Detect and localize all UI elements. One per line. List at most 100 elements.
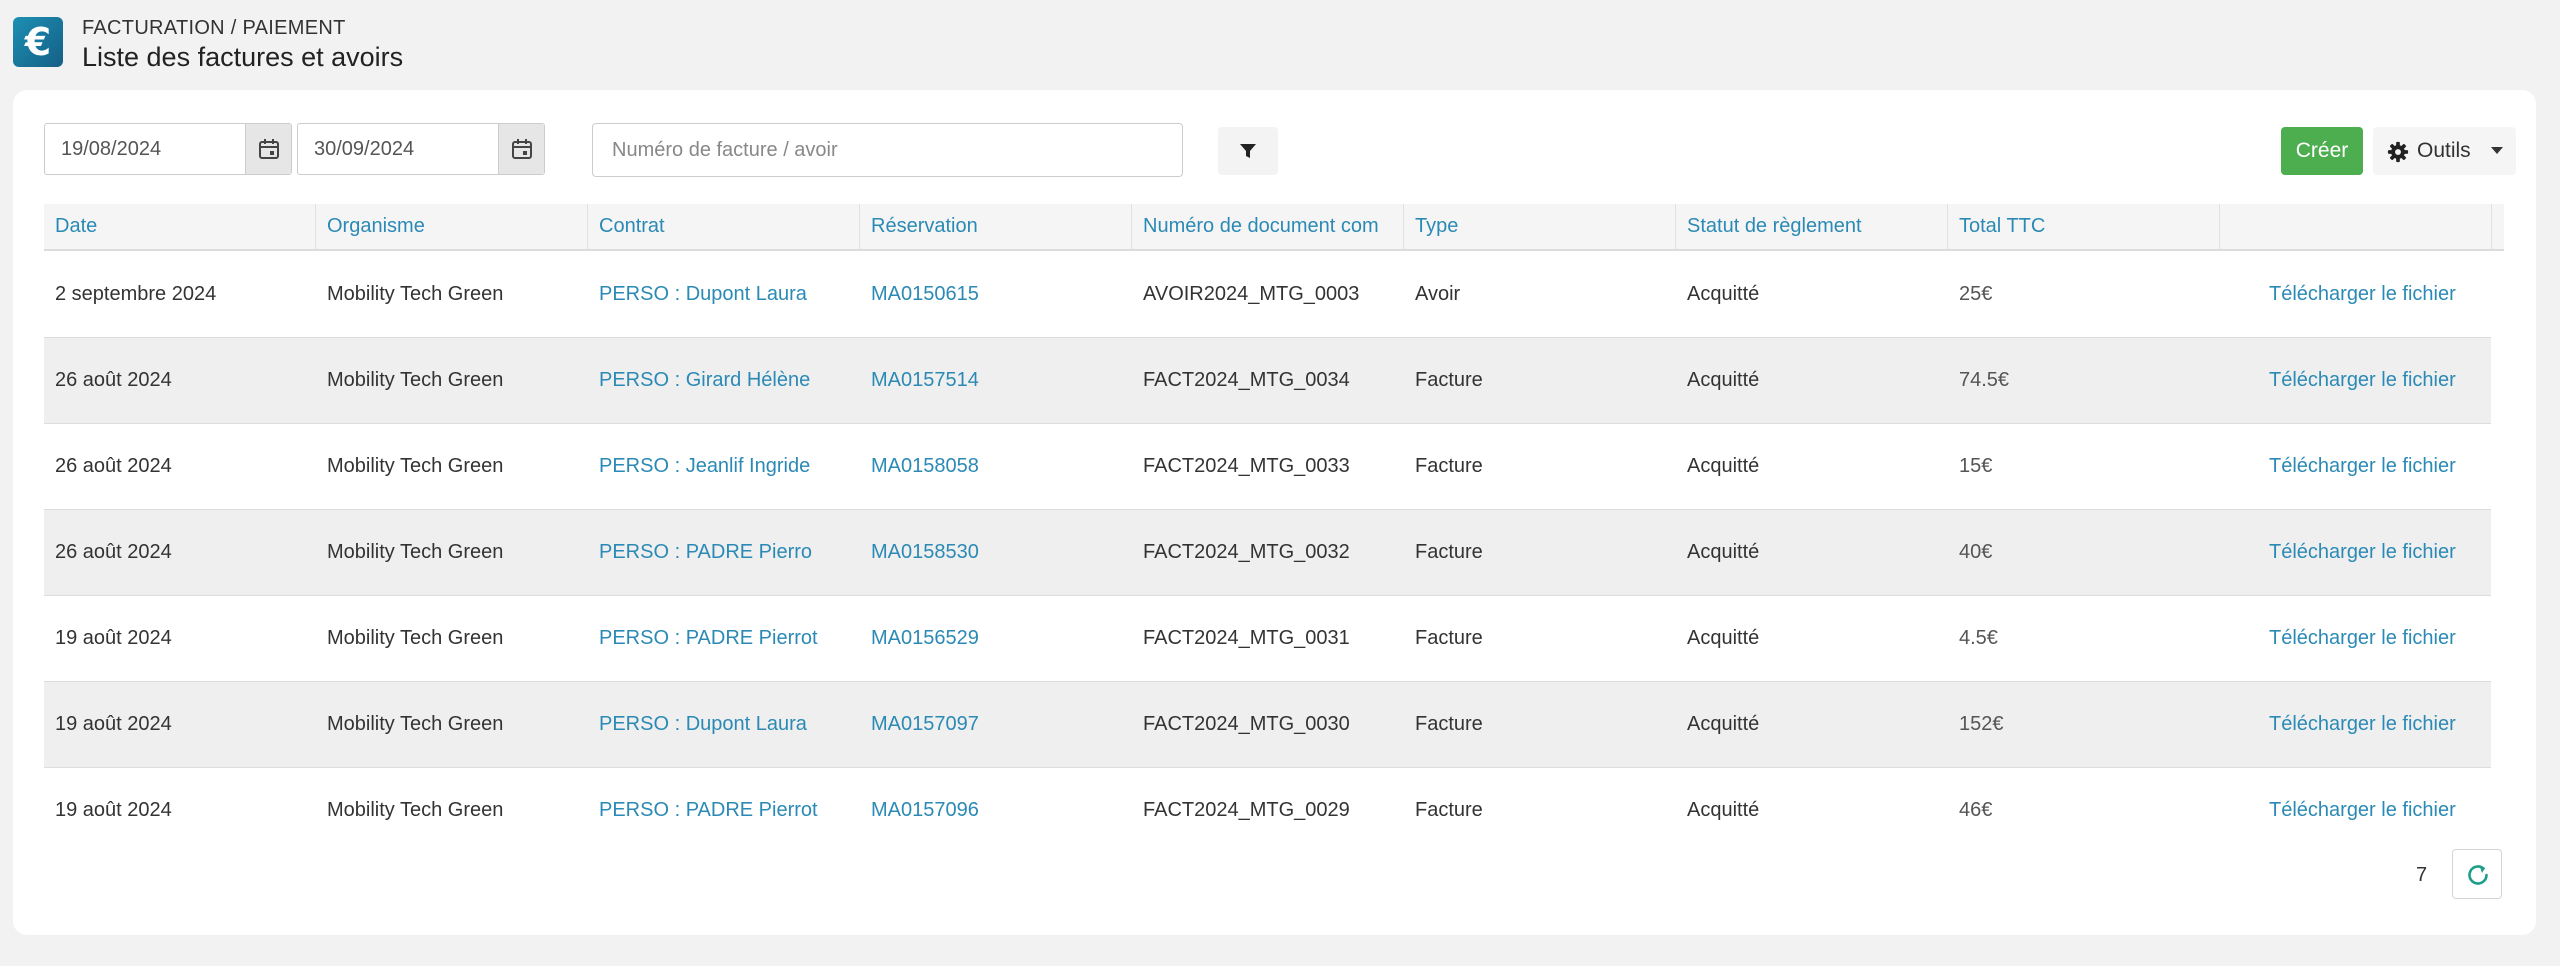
- cell-total-ttc: 15€: [1959, 455, 1993, 477]
- cell-organisme: Mobility Tech Green: [327, 455, 504, 477]
- reservation-link[interactable]: MA0157514: [871, 338, 979, 423]
- contract-link[interactable]: PERSO : Girard Hélène: [599, 338, 810, 423]
- download-file-link[interactable]: Télécharger le fichier: [2269, 338, 2456, 423]
- contract-link[interactable]: PERSO : PADRE Pierro: [599, 510, 812, 595]
- start-date-calendar-button[interactable]: [245, 124, 291, 174]
- reservation-link[interactable]: MA0156529: [871, 596, 979, 681]
- contract-link[interactable]: PERSO : Dupont Laura: [599, 252, 807, 337]
- cell-total-ttc: 25€: [1959, 283, 1993, 305]
- tools-label: Outils: [2417, 139, 2471, 162]
- cell-date: 26 août 2024: [55, 369, 172, 391]
- cell-payment-status: Acquitté: [1687, 369, 1760, 391]
- cell-total-ttc: 40€: [1959, 541, 1993, 563]
- contract-link[interactable]: PERSO : PADRE Pierrot: [599, 596, 818, 681]
- end-date-value: 30/09/2024: [314, 138, 415, 160]
- reservation-link[interactable]: MA0157097: [871, 682, 979, 767]
- column-header-date[interactable]: Date: [44, 204, 316, 249]
- end-date-field[interactable]: 30/09/2024: [297, 123, 545, 175]
- cell-date: 19 août 2024: [55, 713, 172, 735]
- cell-organisme: Mobility Tech Green: [327, 627, 504, 649]
- result-count: 7: [2416, 864, 2428, 886]
- table-row: 2 septembre 2024 Mobility Tech Green PER…: [44, 252, 2491, 338]
- cell-date: 19 août 2024: [55, 799, 172, 821]
- cell-total-ttc: 74.5€: [1959, 369, 2010, 391]
- table-row: 19 août 2024 Mobility Tech Green PERSO :…: [44, 768, 2491, 854]
- download-file-link[interactable]: Télécharger le fichier: [2269, 768, 2456, 853]
- cell-document-number: FACT2024_MTG_0034: [1143, 369, 1350, 391]
- contract-link[interactable]: PERSO : Dupont Laura: [599, 682, 807, 767]
- cell-type: Facture: [1415, 541, 1483, 563]
- reservation-link[interactable]: MA0158530: [871, 510, 979, 595]
- filter-button[interactable]: [1218, 127, 1278, 175]
- column-header-reservation[interactable]: Réservation: [860, 204, 1132, 249]
- cell-organisme: Mobility Tech Green: [327, 369, 504, 391]
- cell-document-number: FACT2024_MTG_0033: [1143, 455, 1350, 477]
- download-file-link[interactable]: Télécharger le fichier: [2269, 596, 2456, 681]
- refresh-button[interactable]: [2452, 849, 2502, 899]
- column-header-organisme[interactable]: Organisme: [316, 204, 588, 249]
- cell-date: 26 août 2024: [55, 455, 172, 477]
- cell-payment-status: Acquitté: [1687, 283, 1760, 305]
- cell-date: 19 août 2024: [55, 627, 172, 649]
- invoice-number-search-input[interactable]: [592, 123, 1183, 177]
- download-file-link[interactable]: Télécharger le fichier: [2269, 510, 2456, 595]
- cell-organisme: Mobility Tech Green: [327, 799, 504, 821]
- refresh-icon: [2468, 865, 2488, 885]
- table-row: 19 août 2024 Mobility Tech Green PERSO :…: [44, 682, 2491, 768]
- cell-type: Facture: [1415, 455, 1483, 477]
- cell-type: Facture: [1415, 713, 1483, 735]
- calendar-icon: [259, 139, 279, 159]
- column-header-contrat[interactable]: Contrat: [588, 204, 860, 249]
- download-file-link[interactable]: Télécharger le fichier: [2269, 252, 2456, 337]
- cell-payment-status: Acquitté: [1687, 713, 1760, 735]
- page-header: € FACTURATION / PAIEMENT Liste des factu…: [0, 0, 2560, 86]
- table-row: 26 août 2024 Mobility Tech Green PERSO :…: [44, 338, 2491, 424]
- cell-type: Facture: [1415, 369, 1483, 391]
- cell-document-number: FACT2024_MTG_0029: [1143, 799, 1350, 821]
- table-header: Date Organisme Contrat Réservation Numér…: [44, 204, 2504, 251]
- cell-total-ttc: 4.5€: [1959, 627, 1998, 649]
- reservation-link[interactable]: MA0150615: [871, 252, 979, 337]
- tools-dropdown-button[interactable]: Outils: [2373, 127, 2516, 175]
- cell-type: Facture: [1415, 627, 1483, 649]
- column-header-payment-status[interactable]: Statut de règlement: [1676, 204, 1948, 249]
- table-row: 19 août 2024 Mobility Tech Green PERSO :…: [44, 596, 2491, 682]
- cell-date: 26 août 2024: [55, 541, 172, 563]
- cell-organisme: Mobility Tech Green: [327, 541, 504, 563]
- table-row: 26 août 2024 Mobility Tech Green PERSO :…: [44, 510, 2491, 596]
- column-header-document-number[interactable]: Numéro de document com: [1132, 204, 1404, 249]
- reservation-link[interactable]: MA0157096: [871, 768, 979, 853]
- download-file-link[interactable]: Télécharger le fichier: [2269, 682, 2456, 767]
- euro-icon: €: [13, 17, 63, 67]
- cell-total-ttc: 152€: [1959, 713, 2004, 735]
- gear-icon: [2387, 141, 2409, 163]
- column-header-actions: [2220, 204, 2492, 249]
- cell-type: Facture: [1415, 799, 1483, 821]
- cell-document-number: FACT2024_MTG_0031: [1143, 627, 1350, 649]
- cell-payment-status: Acquitté: [1687, 799, 1760, 821]
- caret-down-icon: [2491, 147, 2503, 154]
- cell-document-number: AVOIR2024_MTG_0003: [1143, 283, 1360, 305]
- cell-organisme: Mobility Tech Green: [327, 713, 504, 735]
- contract-link[interactable]: PERSO : PADRE Pierrot: [599, 768, 818, 853]
- cell-document-number: FACT2024_MTG_0032: [1143, 541, 1350, 563]
- reservation-link[interactable]: MA0158058: [871, 424, 979, 509]
- end-date-calendar-button[interactable]: [498, 124, 544, 174]
- breadcrumb: FACTURATION / PAIEMENT: [82, 17, 346, 39]
- cell-payment-status: Acquitté: [1687, 541, 1760, 563]
- start-date-field[interactable]: 19/08/2024: [44, 123, 292, 175]
- start-date-value: 19/08/2024: [61, 138, 162, 160]
- download-file-link[interactable]: Télécharger le fichier: [2269, 424, 2456, 509]
- cell-date: 2 septembre 2024: [55, 283, 217, 305]
- contract-link[interactable]: PERSO : Jeanlif Ingride: [599, 424, 810, 509]
- invoices-panel: 19/08/2024 30/09/2024 Numéro de facture …: [13, 90, 2536, 935]
- table-row: 26 août 2024 Mobility Tech Green PERSO :…: [44, 424, 2491, 510]
- create-button[interactable]: Créer: [2281, 127, 2363, 175]
- filter-icon: [1240, 144, 1256, 158]
- cell-total-ttc: 46€: [1959, 799, 1993, 821]
- cell-payment-status: Acquitté: [1687, 455, 1760, 477]
- column-header-type[interactable]: Type: [1404, 204, 1676, 249]
- cell-payment-status: Acquitté: [1687, 627, 1760, 649]
- column-header-total-ttc[interactable]: Total TTC: [1948, 204, 2220, 249]
- cell-document-number: FACT2024_MTG_0030: [1143, 713, 1350, 735]
